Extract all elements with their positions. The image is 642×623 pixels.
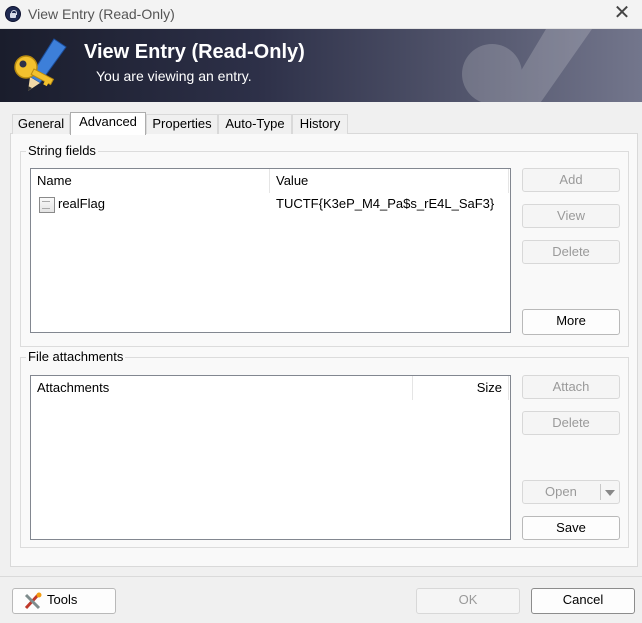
more-button[interactable]: More <box>522 309 620 335</box>
column-header-name[interactable]: Name <box>31 169 269 193</box>
field-name: realFlag <box>58 196 105 211</box>
open-split-divider <box>600 484 601 500</box>
footer-divider <box>0 576 642 577</box>
field-value: TUCTF{K3eP_M4_Pa$s_rE4L_SaF3} <box>276 196 495 211</box>
column-header-size[interactable]: Size <box>413 376 508 400</box>
open-button[interactable]: Open <box>522 480 620 504</box>
tab-auto-type[interactable]: Auto-Type <box>218 114 292 134</box>
string-fields-group: String fields Name Value realFlag TUCTF{… <box>20 143 629 347</box>
string-fields-list[interactable]: Name Value realFlag TUCTF{K3eP_M4_Pa$s_r… <box>30 168 511 333</box>
advanced-tab-panel: String fields Name Value realFlag TUCTF{… <box>10 133 638 567</box>
cancel-button[interactable]: Cancel <box>531 588 635 614</box>
attachments-list[interactable]: Attachments Size <box>30 375 511 540</box>
string-fields-label: String fields <box>26 143 98 158</box>
view-button[interactable]: View <box>522 204 620 228</box>
column-separator[interactable] <box>508 169 509 193</box>
tools-label: Tools <box>47 592 78 607</box>
close-button[interactable]: ✕ <box>610 2 634 26</box>
open-button-label: Open <box>545 484 577 499</box>
window-title: View Entry (Read-Only) <box>28 6 175 22</box>
attach-button[interactable]: Attach <box>522 375 620 399</box>
header-banner: View Entry (Read-Only) You are viewing a… <box>0 29 642 102</box>
file-attachments-group: File attachments Attachments Size Attach… <box>20 349 629 548</box>
tab-general[interactable]: General <box>12 114 70 134</box>
key-pencil-icon <box>14 38 67 91</box>
banner-title: View Entry (Read-Only) <box>84 41 305 63</box>
tools-button[interactable]: Tools <box>12 588 116 614</box>
banner-subtitle: You are viewing an entry. <box>96 68 252 84</box>
chevron-down-icon[interactable] <box>605 490 615 496</box>
column-header-attachments[interactable]: Attachments <box>31 376 412 400</box>
add-button[interactable]: Add <box>522 168 620 192</box>
banner-watermark-icon <box>462 29 592 102</box>
padlock-icon <box>5 6 21 22</box>
delete-attachment-button[interactable]: Delete <box>522 411 620 435</box>
table-row[interactable]: realFlag TUCTF{K3eP_M4_Pa$s_rE4L_SaF3} <box>37 195 507 215</box>
tab-properties[interactable]: Properties <box>146 114 218 134</box>
column-header-value[interactable]: Value <box>270 169 508 193</box>
column-separator[interactable] <box>508 376 509 400</box>
tab-history[interactable]: History <box>292 114 348 134</box>
delete-string-button[interactable]: Delete <box>522 240 620 264</box>
tab-advanced[interactable]: Advanced <box>70 112 146 135</box>
ok-button[interactable]: OK <box>416 588 520 614</box>
title-bar: View Entry (Read-Only) ✕ <box>0 0 642 29</box>
save-button[interactable]: Save <box>522 516 620 540</box>
file-attachments-label: File attachments <box>26 349 126 364</box>
tools-icon <box>24 592 42 610</box>
document-icon <box>39 197 55 213</box>
